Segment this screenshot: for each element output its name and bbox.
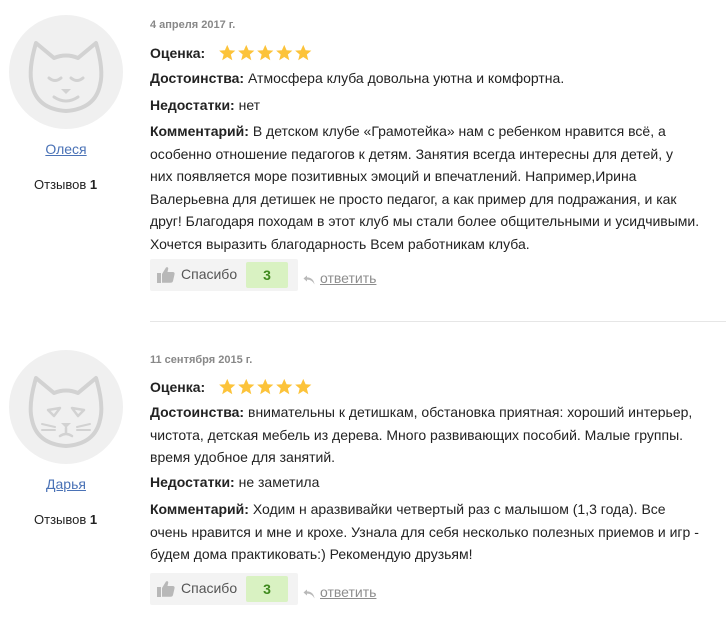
comment-row: Комментарий: В детском клубе «Грамотейка… bbox=[150, 120, 726, 255]
rating-label: Оценка: bbox=[150, 45, 206, 61]
pros-line: внимательны к детишкам, обстановка прият… bbox=[248, 404, 693, 420]
star-icon bbox=[295, 44, 312, 61]
reviews-count-label: Отзывов bbox=[34, 177, 87, 192]
cons-text: нет bbox=[238, 97, 261, 113]
star-rating bbox=[218, 378, 313, 398]
star-icon bbox=[257, 44, 274, 61]
thumbs-up-icon bbox=[157, 581, 175, 597]
comment-label: Комментарий: bbox=[150, 123, 249, 139]
comment-line: друг! Благодаря походам в этот клуб мы с… bbox=[150, 213, 700, 229]
user-name-link[interactable]: Олеся bbox=[0, 141, 132, 157]
reply-link[interactable]: ответить bbox=[320, 584, 376, 600]
like-label: Спасибо bbox=[181, 580, 238, 596]
pros-text: Атмосфера клуба довольна уютна и комфорт… bbox=[248, 70, 565, 86]
comment-line: особенно отношение педагогов к детям. За… bbox=[150, 145, 674, 162]
pros-line: чистота, детская мебель из дерева. Много… bbox=[150, 426, 684, 443]
reply-arrow-icon bbox=[303, 589, 315, 599]
comment-label: Комментарий: bbox=[150, 501, 249, 517]
pros-row: Достоинства: внимательны к детишкам, обс… bbox=[150, 401, 726, 469]
like-count: 3 bbox=[246, 576, 288, 602]
comment-line: В детском клубе «Грамотейка» нам с ребен… bbox=[252, 123, 666, 139]
like-button[interactable]: Спасибо 3 bbox=[150, 573, 298, 605]
comment-line: них появляется море позитивных эмоций и … bbox=[150, 168, 637, 184]
pros-label: Достоинства: bbox=[150, 404, 245, 420]
star-icon bbox=[257, 378, 274, 395]
reviews-count: Отзывов 1 bbox=[34, 177, 97, 192]
comment-line: Хочется выразить благодарность Всем рабо… bbox=[150, 235, 530, 252]
star-icon bbox=[238, 378, 255, 395]
reviews-count-label: Отзывов bbox=[34, 512, 87, 527]
star-icon bbox=[276, 44, 293, 61]
star-icon bbox=[238, 44, 255, 61]
cons-text: не заметила bbox=[238, 474, 320, 490]
star-icon bbox=[219, 44, 236, 61]
pros-line: время удобное для занятий. bbox=[150, 449, 336, 465]
avatar bbox=[9, 15, 123, 129]
pros-row: Достоинства: Атмосфера клуба довольна ую… bbox=[150, 67, 726, 90]
reply-arrow-icon bbox=[303, 275, 315, 285]
comment-line: будем дома практиковать:) Рекомендую дру… bbox=[150, 546, 473, 562]
cat-avatar-icon bbox=[28, 376, 104, 448]
cat-avatar-icon bbox=[28, 41, 104, 113]
pros-label: Достоинства: bbox=[150, 70, 245, 86]
comment-line: Ходим н аразвивайки четвертый раз с малы… bbox=[252, 501, 666, 517]
reviews-count-value: 1 bbox=[89, 512, 98, 527]
review-date: 4 апреля 2017 г. bbox=[150, 19, 236, 31]
cons-label: Недостатки: bbox=[150, 474, 235, 490]
comment-row: Комментарий: Ходим н аразвивайки четверт… bbox=[150, 498, 726, 566]
comment-line: Валерьевна для детишек не просто педагог… bbox=[150, 190, 677, 207]
star-icon bbox=[295, 378, 312, 395]
star-rating bbox=[218, 44, 313, 64]
user-name-link[interactable]: Дарья bbox=[0, 476, 132, 492]
star-icon bbox=[276, 378, 293, 395]
rating-label: Оценка: bbox=[150, 379, 206, 395]
reviews-count-value: 1 bbox=[89, 177, 98, 192]
thumbs-up-icon bbox=[157, 267, 175, 283]
reply-link[interactable]: ответить bbox=[320, 270, 376, 286]
like-count: 3 bbox=[246, 262, 288, 288]
cons-label: Недостатки: bbox=[150, 97, 235, 113]
reviews-count: Отзывов 1 bbox=[34, 512, 97, 527]
like-label: Спасибо bbox=[181, 266, 238, 282]
star-icon bbox=[219, 378, 236, 395]
cons-row: Недостатки: нет bbox=[150, 94, 726, 117]
cons-row: Недостатки: не заметила bbox=[150, 471, 726, 494]
review-divider bbox=[150, 321, 726, 322]
like-button[interactable]: Спасибо 3 bbox=[150, 259, 298, 291]
avatar bbox=[9, 350, 123, 464]
review-date: 11 сентября 2015 г. bbox=[150, 354, 253, 366]
comment-line: очень нравится и мне и крохе. Узнала для… bbox=[150, 523, 699, 540]
